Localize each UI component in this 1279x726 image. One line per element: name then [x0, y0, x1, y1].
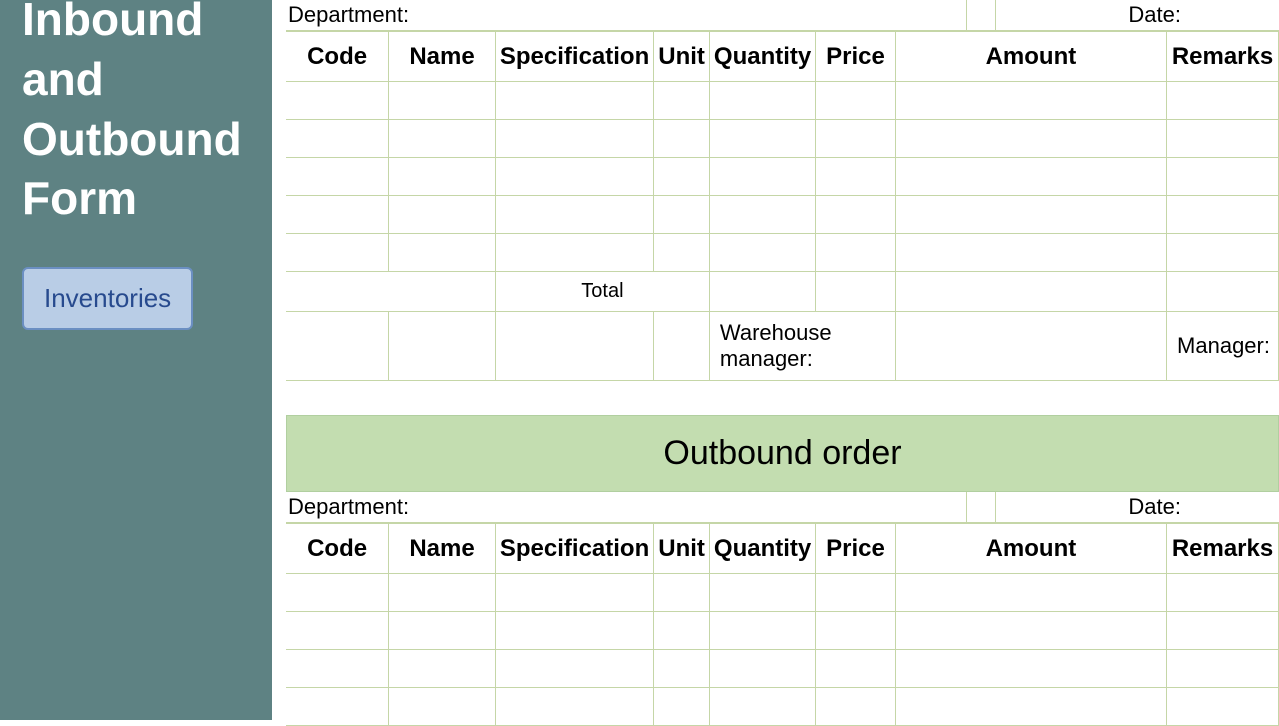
total-row: Total: [286, 272, 1279, 312]
col-spec: Specification: [495, 524, 653, 574]
table-row[interactable]: [286, 612, 1279, 650]
col-amount: Amount: [895, 32, 1166, 82]
outbound-dept-spacer: [966, 492, 996, 522]
page-title: Inbound and Outbound Form: [22, 0, 250, 229]
outbound-department-label: Department:: [286, 492, 966, 522]
inbound-table: Code Name Specification Unit Quantity Pr…: [286, 31, 1279, 381]
main-content: Department: Date: Code Name Specificatio…: [272, 0, 1279, 720]
col-name: Name: [389, 32, 496, 82]
table-row[interactable]: [286, 650, 1279, 688]
outbound-title: Outbound order: [286, 415, 1279, 492]
table-header-row: Code Name Specification Unit Quantity Pr…: [286, 32, 1279, 82]
col-price: Price: [816, 32, 896, 82]
table-row[interactable]: [286, 158, 1279, 196]
manager-row: Warehouse manager: Manager:: [286, 312, 1279, 381]
outbound-table: Code Name Specification Unit Quantity Pr…: [286, 523, 1279, 726]
table-row[interactable]: [286, 234, 1279, 272]
col-amount: Amount: [895, 524, 1166, 574]
inbound-dept-spacer: [966, 0, 996, 30]
col-remarks: Remarks: [1167, 32, 1279, 82]
warehouse-manager-label: Warehouse manager:: [709, 312, 895, 381]
outbound-dept-row: Department: Date:: [286, 492, 1279, 523]
inventories-button[interactable]: Inventories: [22, 267, 193, 330]
manager-label: Manager:: [1167, 312, 1279, 381]
col-price: Price: [816, 524, 896, 574]
col-qty: Quantity: [709, 32, 815, 82]
col-unit: Unit: [654, 32, 710, 82]
table-row[interactable]: [286, 574, 1279, 612]
total-label: Total: [495, 272, 709, 312]
sidebar: Inbound and Outbound Form Inventories: [0, 0, 272, 720]
inbound-dept-row: Department: Date:: [286, 0, 1279, 31]
inbound-department-label: Department:: [286, 0, 966, 30]
table-row[interactable]: [286, 120, 1279, 158]
col-spec: Specification: [495, 32, 653, 82]
table-row[interactable]: [286, 196, 1279, 234]
col-code: Code: [286, 524, 389, 574]
col-name: Name: [389, 524, 496, 574]
outbound-form: Outbound order Department: Date: Code Na…: [286, 415, 1279, 726]
table-header-row: Code Name Specification Unit Quantity Pr…: [286, 524, 1279, 574]
outbound-date-label: Date:: [996, 492, 1279, 522]
inbound-date-label: Date:: [996, 0, 1279, 30]
col-code: Code: [286, 32, 389, 82]
inbound-form: Department: Date: Code Name Specificatio…: [286, 0, 1279, 381]
col-remarks: Remarks: [1167, 524, 1279, 574]
col-qty: Quantity: [709, 524, 815, 574]
col-unit: Unit: [654, 524, 710, 574]
table-row[interactable]: [286, 82, 1279, 120]
